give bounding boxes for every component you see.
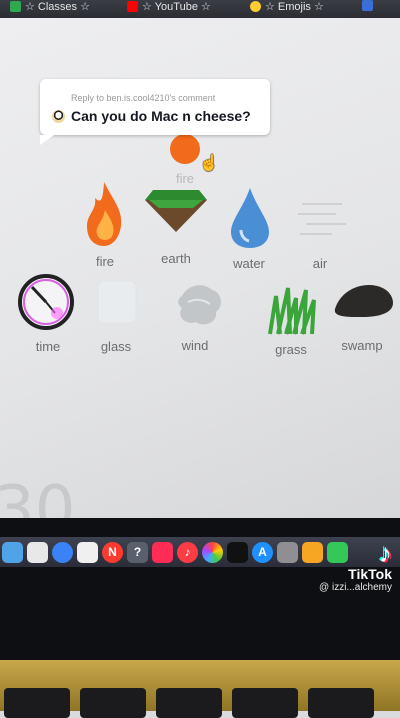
bookmark-icon xyxy=(362,0,373,11)
time-label: time xyxy=(35,339,61,354)
grass-element[interactable] xyxy=(266,286,318,336)
settings-icon[interactable] xyxy=(277,541,298,563)
clock-icon xyxy=(18,274,74,330)
notes-icon[interactable] xyxy=(27,541,48,563)
tiktok-logo-icon: ♪ xyxy=(379,538,392,568)
tiktok-username: @ izzi...alchemy xyxy=(319,582,392,593)
key-f1 xyxy=(4,688,70,718)
earth-label: earth xyxy=(161,251,191,266)
earth-element[interactable] xyxy=(143,186,209,234)
water-element[interactable] xyxy=(229,186,271,250)
comment-question: Can you do Mac n cheese? xyxy=(71,108,251,124)
reply-to-text: Reply to ben.is.cool4210's comment xyxy=(71,93,216,103)
calendar-icon[interactable] xyxy=(77,541,98,563)
fire-icon xyxy=(87,182,122,246)
bookmark-emojis[interactable]: ☆ Emojis ☆ xyxy=(250,0,324,13)
swamp-label: swamp xyxy=(341,338,383,353)
swamp-icon xyxy=(334,285,393,317)
avatar xyxy=(52,110,65,123)
reply-comment-bubble: Reply to ben.is.cool4210's comment Can y… xyxy=(40,79,270,145)
keyboard-deck xyxy=(0,660,400,718)
wind-element[interactable] xyxy=(174,276,226,330)
tiktok-watermark: ♪ TikTok @ izzi...alchemy xyxy=(319,540,392,593)
bookmark-other[interactable] xyxy=(362,0,373,11)
key-f4 xyxy=(232,688,298,718)
emoji-icon xyxy=(250,1,261,12)
water-label: water xyxy=(233,256,265,271)
air-element[interactable] xyxy=(296,196,348,240)
key-f5 xyxy=(308,688,374,718)
music-icon[interactable]: ♪ xyxy=(177,541,198,563)
classroom-icon xyxy=(10,1,21,12)
pointer-hand-icon: ☝ xyxy=(199,155,219,172)
finder-icon[interactable] xyxy=(2,541,23,563)
appstore-icon[interactable]: A xyxy=(252,541,273,563)
wind-label: wind xyxy=(181,338,209,353)
youtube-icon xyxy=(127,1,138,12)
news-icon[interactable]: N xyxy=(102,541,123,563)
bookmark-youtube[interactable]: ☆ YouTube ☆ xyxy=(127,0,211,13)
browser-icon[interactable] xyxy=(52,541,73,563)
air-icon xyxy=(298,203,346,235)
fire-element[interactable] xyxy=(83,180,125,248)
earth-icon xyxy=(145,190,207,232)
tiktok-brand: TikTok xyxy=(348,566,392,582)
air-label: air xyxy=(312,256,328,271)
key-f2 xyxy=(80,688,146,718)
grass-icon xyxy=(268,287,316,335)
bookmarks-bar: ☆ Classes ☆ ☆ YouTube ☆ ☆ Emojis ☆ xyxy=(0,0,400,18)
fire-dragged-label: fire xyxy=(175,171,195,186)
wind-icon xyxy=(178,285,221,325)
time-element[interactable] xyxy=(17,273,75,331)
grass-label: grass xyxy=(275,342,307,357)
tv-icon[interactable] xyxy=(227,541,248,563)
glass-icon xyxy=(97,280,137,324)
fire-label: fire xyxy=(95,254,115,269)
bookmark-classes[interactable]: ☆ Classes ☆ xyxy=(10,0,90,13)
swamp-element[interactable] xyxy=(333,281,395,321)
glass-label: glass xyxy=(100,339,132,354)
photos-icon[interactable] xyxy=(202,541,223,563)
help-icon[interactable]: ? xyxy=(127,541,148,563)
glass-element[interactable] xyxy=(94,277,140,327)
water-drop-icon xyxy=(231,188,269,248)
launchpad-icon[interactable] xyxy=(152,541,173,563)
key-f3 xyxy=(156,688,222,718)
